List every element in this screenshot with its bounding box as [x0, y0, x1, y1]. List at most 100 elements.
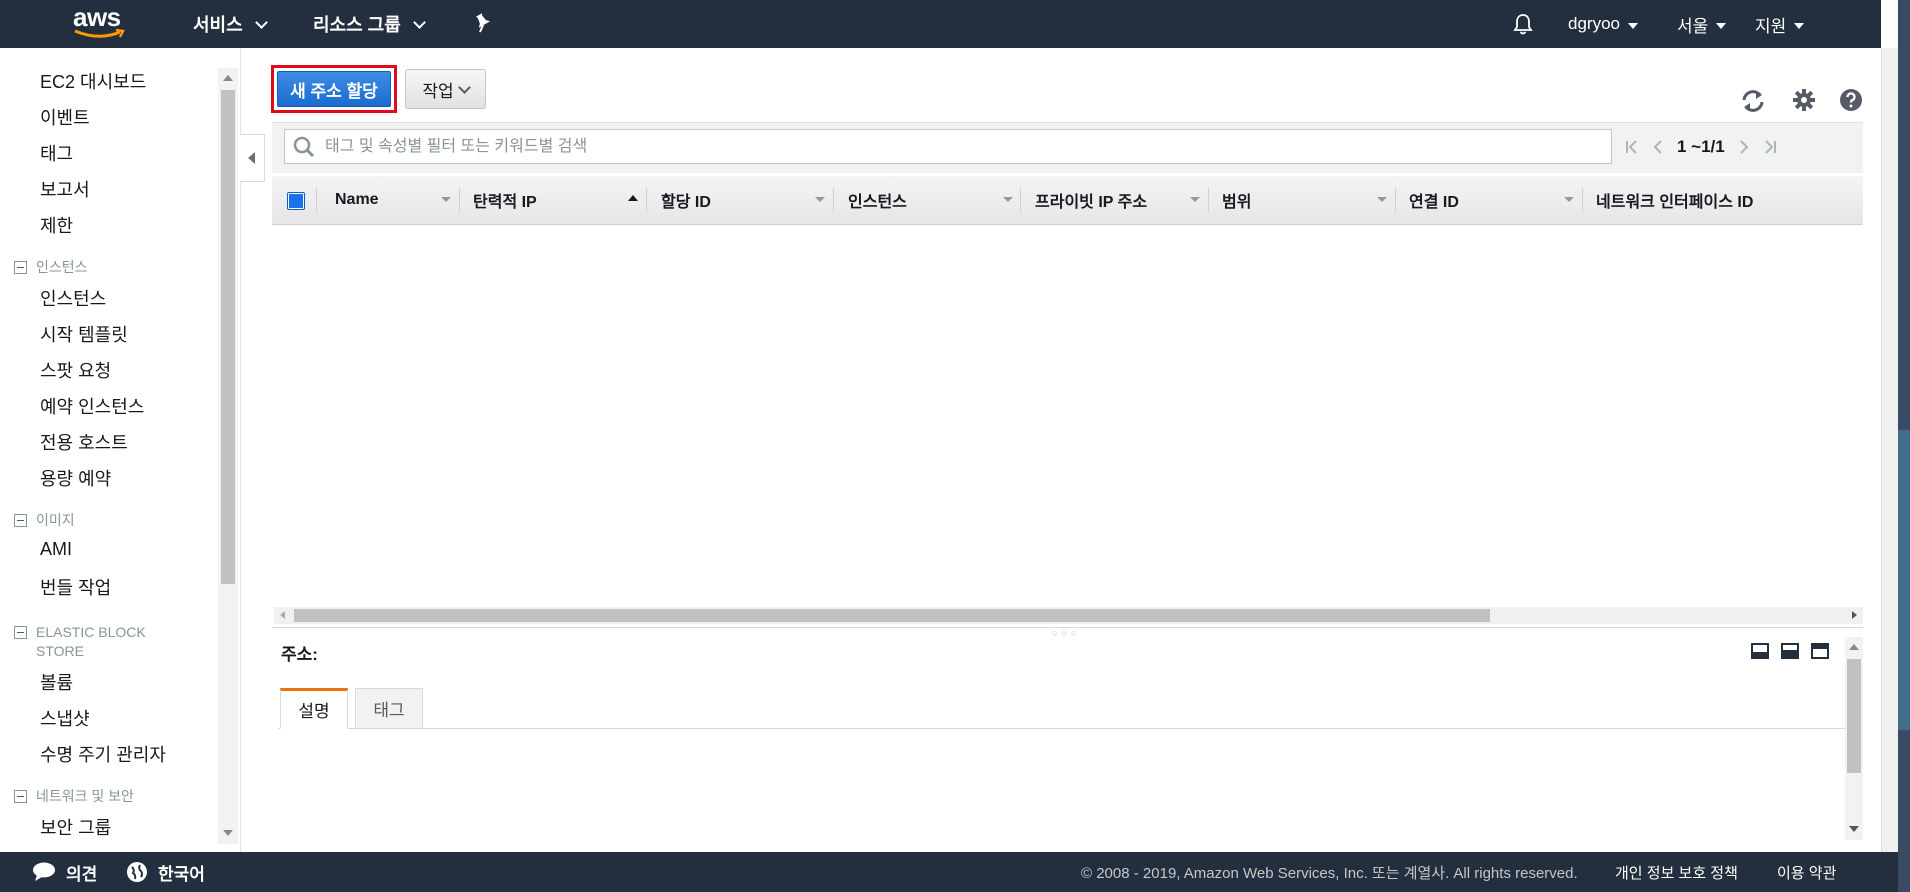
sidebar-item-dedicated-hosts[interactable]: 전용 호스트: [40, 429, 128, 455]
search-box[interactable]: [284, 129, 1612, 164]
sort-icon[interactable]: [1564, 197, 1574, 202]
first-page-icon[interactable]: [1625, 139, 1639, 155]
search-input[interactable]: [323, 136, 1587, 157]
help-icon[interactable]: [1839, 88, 1863, 112]
sidebar-item-snapshots[interactable]: 스냅샷: [40, 705, 90, 731]
sidebar-item-reserved-instances[interactable]: 예약 인스턴스: [40, 393, 144, 419]
footer: 의견 한국어 © 2008 - 2019, Amazon Web Service…: [0, 852, 1898, 892]
sidebar-section-network-security[interactable]: 네트워크 및 보안: [14, 787, 134, 806]
horizontal-scrollbar[interactable]: [274, 607, 1863, 624]
sort-icon[interactable]: [815, 197, 825, 202]
sidebar-section-images[interactable]: 이미지: [14, 511, 75, 530]
refresh-icon[interactable]: [1740, 89, 1766, 113]
sort-icon[interactable]: [1377, 197, 1387, 202]
scroll-left-icon[interactable]: [280, 611, 285, 619]
region-menu[interactable]: 서울: [1677, 0, 1727, 48]
column-header-allocation-id[interactable]: 할당 ID: [661, 176, 711, 224]
allocate-address-label: 새 주소 할당: [277, 71, 391, 107]
support-menu[interactable]: 지원: [1755, 0, 1805, 48]
resize-grip-icon[interactable]: ○○○: [1052, 628, 1080, 638]
column-header-private-ip[interactable]: 프라이빗 IP 주소: [1035, 176, 1147, 224]
caret-down-icon: [1627, 22, 1638, 29]
feedback-label: 의견: [66, 864, 98, 884]
next-page-icon[interactable]: [1739, 139, 1749, 155]
tab-tags[interactable]: 태그: [355, 688, 423, 729]
sidebar-scrollbar[interactable]: [218, 68, 238, 844]
column-header-elastic-ip[interactable]: 탄력적 IP: [473, 176, 537, 224]
sidebar-item-volumes[interactable]: 볼륨: [40, 669, 73, 695]
sidebar-item-dashboard[interactable]: EC2 대시보드: [40, 68, 146, 94]
layout-bottom-half-icon[interactable]: [1781, 643, 1799, 659]
column-header-network-interface-id[interactable]: 네트워크 인터페이스 ID: [1596, 176, 1753, 224]
column-header-instance[interactable]: 인스턴스: [848, 176, 907, 224]
feedback-link[interactable]: 의견: [32, 852, 97, 892]
sidebar-item-ami[interactable]: AMI: [40, 539, 72, 560]
scroll-thumb[interactable]: [294, 609, 1490, 622]
privacy-policy-link[interactable]: 개인 정보 보호 정책: [1615, 852, 1738, 892]
sidebar-item-tags[interactable]: 태그: [40, 140, 73, 166]
sidebar-item-lifecycle-manager[interactable]: 수명 주기 관리자: [40, 741, 166, 767]
globe-icon: [126, 861, 148, 883]
scroll-up-icon[interactable]: [223, 75, 233, 81]
actions-button[interactable]: 작업: [405, 69, 486, 109]
sort-icon[interactable]: [1003, 197, 1013, 202]
select-all-checkbox[interactable]: [287, 192, 305, 210]
table-header: Name 탄력적 IP 할당 ID 인스턴스 프라이빗 IP 주소 범위 연결 …: [272, 176, 1863, 225]
sidebar-item-launch-templates[interactable]: 시작 템플릿: [40, 321, 128, 347]
actions-label: 작업: [422, 81, 454, 101]
page-scrollbar[interactable]: [1881, 48, 1899, 856]
collapse-icon: [14, 790, 27, 803]
column-header-association-id[interactable]: 연결 ID: [1409, 176, 1459, 224]
last-page-icon[interactable]: [1763, 139, 1777, 155]
collapse-icon: [14, 626, 27, 639]
scroll-right-icon[interactable]: [1852, 611, 1857, 619]
chevron-down-icon: [412, 16, 426, 29]
search-icon: [293, 136, 315, 158]
allocate-address-button[interactable]: 새 주소 할당: [271, 65, 397, 113]
collapse-icon: [14, 514, 27, 527]
column-header-scope[interactable]: 범위: [1222, 176, 1251, 224]
pagination: 1 ~1/1: [1625, 129, 1777, 164]
bell-icon[interactable]: [1513, 13, 1533, 35]
services-label: 서비스: [193, 15, 243, 35]
sidebar-section-ebs[interactable]: ELASTIC BLOCK STORE: [14, 623, 164, 661]
pin-icon[interactable]: [474, 13, 492, 33]
services-menu[interactable]: 서비스: [193, 0, 268, 48]
gear-icon[interactable]: [1792, 88, 1816, 112]
scroll-thumb[interactable]: [1847, 659, 1861, 773]
layout-top-icon[interactable]: [1811, 643, 1829, 659]
column-header-name[interactable]: Name: [335, 176, 379, 224]
details-scrollbar[interactable]: [1845, 637, 1863, 840]
sort-ascending-icon[interactable]: [628, 195, 638, 201]
table-body: [272, 225, 1863, 607]
region-name: 서울: [1677, 16, 1709, 36]
collapse-sidebar-button[interactable]: [240, 134, 265, 182]
layout-bottom-small-icon[interactable]: [1751, 643, 1769, 659]
sidebar-item-reports[interactable]: 보고서: [40, 176, 90, 202]
scroll-up-icon[interactable]: [1849, 644, 1859, 650]
speech-bubble-icon: [32, 862, 56, 882]
sort-icon[interactable]: [441, 197, 451, 202]
terms-of-use-link[interactable]: 이용 약관: [1777, 852, 1836, 892]
sort-icon[interactable]: [1190, 197, 1200, 202]
chevron-down-icon: [254, 16, 268, 29]
scroll-down-icon[interactable]: [1849, 826, 1859, 832]
sidebar-section-instances[interactable]: 인스턴스: [14, 258, 88, 277]
sidebar-item-instances[interactable]: 인스턴스: [40, 285, 106, 311]
scroll-thumb[interactable]: [221, 90, 235, 584]
sidebar-item-spot-requests[interactable]: 스팟 요청: [40, 357, 111, 383]
scroll-down-icon[interactable]: [223, 830, 233, 836]
sidebar-item-capacity-reservations[interactable]: 용량 예약: [40, 465, 111, 491]
aws-smile-icon: [74, 28, 125, 38]
collapse-icon: [14, 261, 27, 274]
sidebar-item-limits[interactable]: 제한: [40, 212, 73, 238]
tab-description[interactable]: 설명: [280, 688, 348, 729]
sidebar-item-events[interactable]: 이벤트: [40, 104, 90, 130]
language-selector[interactable]: 한국어: [126, 852, 205, 892]
previous-page-icon[interactable]: [1653, 139, 1663, 155]
sidebar-item-security-groups[interactable]: 보안 그룹: [40, 814, 111, 840]
sidebar-item-bundle-tasks[interactable]: 번들 작업: [40, 574, 111, 600]
resource-groups-menu[interactable]: 리소스 그룹: [313, 0, 426, 48]
user-menu[interactable]: dgryoo: [1568, 0, 1638, 48]
aws-logo[interactable]: aws: [73, 4, 121, 30]
